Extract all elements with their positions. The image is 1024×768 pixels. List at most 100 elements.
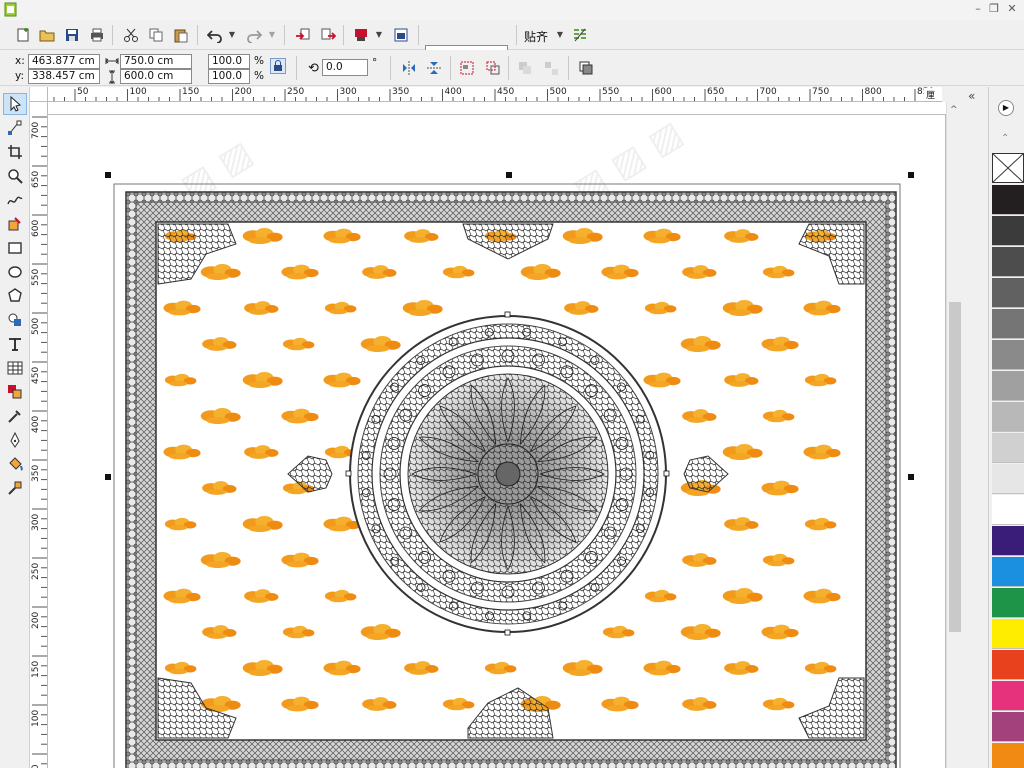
rectangle-tool-icon[interactable] bbox=[4, 237, 26, 259]
ruler-unit-label: 厘米 bbox=[924, 88, 942, 101]
copy-icon[interactable] bbox=[145, 24, 167, 46]
mirror-vertical-icon[interactable] bbox=[423, 57, 445, 79]
selection-handle-top-left[interactable] bbox=[105, 172, 111, 178]
eyedropper-tool-icon[interactable] bbox=[4, 405, 26, 427]
scale-x-input[interactable]: 100.0 bbox=[208, 54, 250, 69]
export-icon[interactable] bbox=[317, 24, 339, 46]
color-swatch[interactable] bbox=[992, 433, 1024, 463]
smart-fill-tool-icon[interactable] bbox=[4, 213, 26, 235]
horizontal-ruler[interactable]: 50 100 150 200 250 300 350 400 450 500 550 600 650 70… bbox=[48, 87, 942, 102]
selection-handle-left[interactable] bbox=[105, 474, 111, 480]
separator bbox=[418, 25, 419, 45]
color-swatch[interactable] bbox=[992, 588, 1024, 618]
print-icon[interactable] bbox=[86, 24, 108, 46]
shape-tool-icon[interactable] bbox=[4, 117, 26, 139]
outline-pen-tool-icon[interactable] bbox=[4, 429, 26, 451]
ruler-origin[interactable] bbox=[30, 87, 48, 102]
color-swatch[interactable] bbox=[992, 216, 1024, 246]
zoom-tool-icon[interactable] bbox=[4, 165, 26, 187]
vertical-ruler[interactable]: 700 650 600 550 500 450 400 350 300 250 200 150 100 5… bbox=[30, 102, 48, 768]
interactive-fill-tool-icon[interactable] bbox=[4, 477, 26, 499]
snap-settings-icon[interactable] bbox=[569, 24, 591, 46]
publish-dropdown[interactable]: ▼ bbox=[375, 24, 383, 46]
selection-handle-right[interactable] bbox=[908, 474, 914, 480]
new-document-icon[interactable] bbox=[12, 24, 34, 46]
minimize-button[interactable]: – bbox=[970, 2, 986, 16]
close-button[interactable]: ✕ bbox=[1004, 2, 1020, 16]
break-apart-icon[interactable] bbox=[540, 57, 562, 79]
save-icon[interactable] bbox=[61, 24, 83, 46]
x-position-input[interactable]: 463.877 cm bbox=[28, 54, 100, 69]
ellipse-tool-icon[interactable] bbox=[4, 261, 26, 283]
ruler-tick-label: 350 bbox=[31, 464, 41, 482]
ungroup-icon[interactable] bbox=[482, 57, 504, 79]
snap-dropdown[interactable]: ▼ bbox=[556, 24, 564, 46]
import-icon[interactable] bbox=[292, 24, 314, 46]
color-swatch[interactable] bbox=[992, 650, 1024, 680]
carpet-artwork[interactable] bbox=[108, 174, 908, 768]
table-tool-icon[interactable] bbox=[4, 357, 26, 379]
width-input[interactable]: 750.0 cm bbox=[120, 54, 192, 69]
palette-menu-icon[interactable]: ▶ bbox=[998, 100, 1014, 116]
color-swatch[interactable] bbox=[992, 371, 1024, 401]
color-swatch[interactable] bbox=[992, 712, 1024, 742]
height-input[interactable]: 600.0 cm bbox=[120, 69, 192, 84]
color-swatch[interactable] bbox=[992, 619, 1024, 649]
paste-icon[interactable] bbox=[170, 24, 192, 46]
color-swatch[interactable] bbox=[992, 402, 1024, 432]
color-swatch[interactable] bbox=[992, 681, 1024, 711]
central-medallion bbox=[349, 315, 667, 633]
color-swatch[interactable] bbox=[992, 309, 1024, 339]
crop-tool-icon[interactable] bbox=[4, 141, 26, 163]
standard-toolbar: ▼ ▼ ▼ 4% ⌄ 贴齐 ▼ bbox=[0, 20, 1024, 65]
redo-icon[interactable] bbox=[243, 24, 265, 46]
lock-ratio-icon[interactable] bbox=[270, 58, 286, 74]
undo-dropdown[interactable]: ▼ bbox=[228, 24, 236, 46]
color-swatch[interactable] bbox=[992, 495, 1024, 525]
selection-handle-top[interactable] bbox=[506, 172, 512, 178]
ruler-tick-label: 500 bbox=[31, 317, 41, 335]
scale-y-input[interactable]: 100.0 bbox=[208, 69, 250, 84]
publish-icon[interactable] bbox=[350, 24, 372, 46]
color-swatch[interactable] bbox=[992, 557, 1024, 587]
rotate-icon: ⟲ bbox=[308, 61, 319, 76]
y-position-input[interactable]: 338.457 cm bbox=[28, 69, 100, 84]
cut-icon[interactable] bbox=[120, 24, 142, 46]
palette-scroll-up-icon[interactable]: ⌃ bbox=[1001, 133, 1009, 144]
group-icon[interactable] bbox=[456, 57, 478, 79]
ruler-tick-label: 700 bbox=[31, 121, 41, 139]
color-swatch[interactable] bbox=[992, 340, 1024, 370]
pick-tool-icon[interactable] bbox=[4, 93, 26, 115]
restore-button[interactable]: ❐ bbox=[986, 2, 1002, 16]
arrange-order-icon[interactable] bbox=[575, 57, 597, 79]
ruler-tick-label: 350 bbox=[392, 87, 410, 97]
combine-icon[interactable] bbox=[514, 57, 536, 79]
page-edge-top bbox=[48, 114, 946, 115]
selection-handle-top-right[interactable] bbox=[908, 172, 914, 178]
color-swatch[interactable] bbox=[992, 526, 1024, 556]
color-swatch[interactable] bbox=[992, 185, 1024, 215]
polygon-tool-icon[interactable] bbox=[4, 285, 26, 307]
collapse-docker-icon[interactable]: « bbox=[968, 89, 975, 103]
text-tool-icon[interactable] bbox=[4, 333, 26, 355]
redo-dropdown[interactable]: ▼ bbox=[268, 24, 276, 46]
basic-shapes-tool-icon[interactable] bbox=[4, 309, 26, 331]
freehand-tool-icon[interactable] bbox=[4, 189, 26, 211]
undo-icon[interactable] bbox=[204, 24, 226, 46]
color-swatch[interactable] bbox=[992, 743, 1024, 768]
rotation-input[interactable]: 0.0 bbox=[322, 59, 368, 76]
vertical-scrollbar[interactable]: ^ bbox=[946, 102, 962, 768]
no-color-swatch[interactable] bbox=[992, 153, 1024, 183]
mirror-horizontal-icon[interactable] bbox=[398, 57, 420, 79]
fill-tool-icon[interactable] bbox=[4, 453, 26, 475]
color-swatch[interactable] bbox=[992, 464, 1024, 494]
scroll-up-icon[interactable]: ^ bbox=[950, 105, 958, 115]
open-icon[interactable] bbox=[36, 24, 58, 46]
drawing-canvas[interactable]: ▨ ▨ ▨ ▨ ▨ ▨ bbox=[48, 102, 946, 768]
snap-to-button[interactable]: 贴齐 bbox=[524, 28, 548, 45]
scrollbar-thumb[interactable] bbox=[949, 302, 961, 632]
color-swatch[interactable] bbox=[992, 247, 1024, 277]
interactive-tool-icon[interactable] bbox=[4, 381, 26, 403]
color-swatch[interactable] bbox=[992, 278, 1024, 308]
app-launcher-icon[interactable] bbox=[390, 24, 412, 46]
